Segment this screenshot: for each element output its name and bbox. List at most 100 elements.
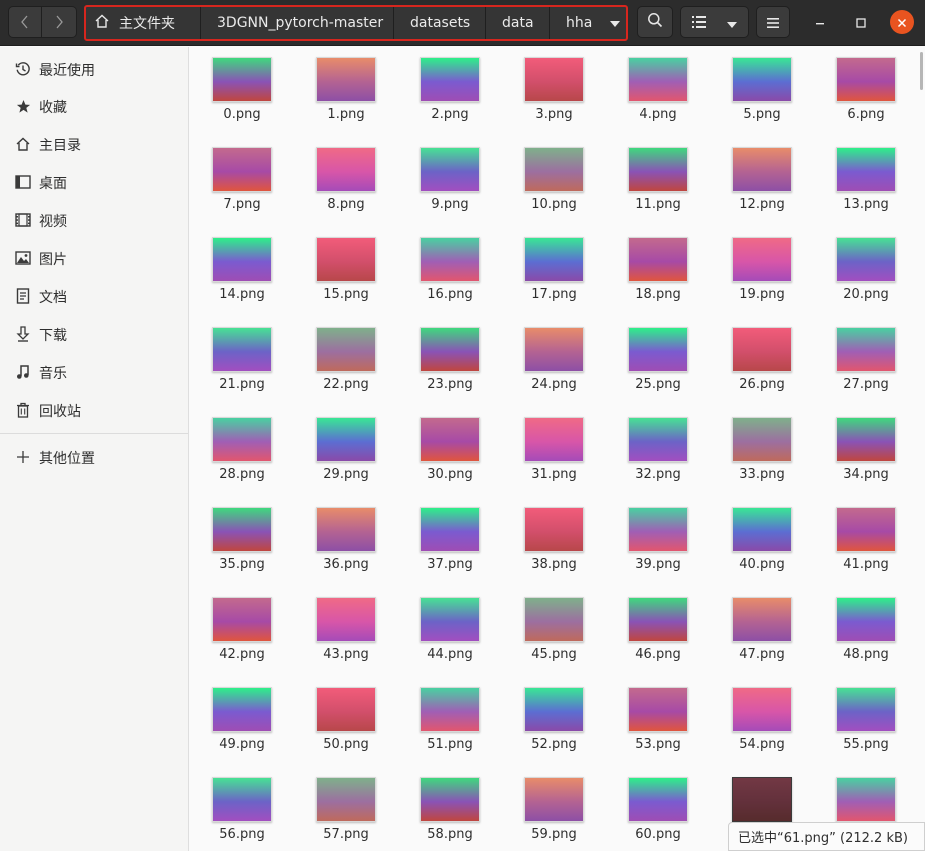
- file-item[interactable]: 42.png: [190, 587, 294, 673]
- file-item[interactable]: 26.png: [710, 317, 814, 403]
- file-item[interactable]: 0.png: [190, 47, 294, 133]
- file-item[interactable]: 25.png: [606, 317, 710, 403]
- back-button[interactable]: [8, 6, 42, 38]
- sidebar-item-videos[interactable]: 视频: [0, 202, 188, 238]
- file-item[interactable]: 19.png: [710, 227, 814, 313]
- file-item[interactable]: 44.png: [398, 587, 502, 673]
- file-item[interactable]: 10.png: [502, 137, 606, 223]
- file-item[interactable]: 29.png: [294, 407, 398, 493]
- file-item[interactable]: 47.png: [710, 587, 814, 673]
- file-item[interactable]: 13.png: [814, 137, 918, 223]
- file-item[interactable]: 37.png: [398, 497, 502, 583]
- sidebar-item-other-locations[interactable]: 其他位置: [0, 439, 188, 475]
- file-item[interactable]: 48.png: [814, 587, 918, 673]
- file-item[interactable]: 12.png: [710, 137, 814, 223]
- close-button[interactable]: [890, 10, 914, 34]
- file-thumbnail: [836, 687, 896, 732]
- file-item[interactable]: 55.png: [814, 677, 918, 763]
- view-options-button[interactable]: [716, 6, 749, 38]
- minimize-button[interactable]: [808, 10, 832, 34]
- sidebar-item-trash[interactable]: 回收站: [0, 392, 188, 428]
- file-name: 44.png: [427, 647, 473, 662]
- file-item[interactable]: 24.png: [502, 317, 606, 403]
- breadcrumb-item[interactable]: 3DGNN_pytorch-master: [201, 7, 394, 39]
- file-item[interactable]: 28.png: [190, 407, 294, 493]
- file-item[interactable]: 14.png: [190, 227, 294, 313]
- breadcrumb-current[interactable]: hha: [550, 7, 626, 39]
- file-item[interactable]: 2.png: [398, 47, 502, 133]
- file-name: 59.png: [531, 827, 577, 842]
- file-item[interactable]: 39.png: [606, 497, 710, 583]
- breadcrumb-item[interactable]: data: [486, 7, 550, 39]
- file-item[interactable]: 41.png: [814, 497, 918, 583]
- file-item[interactable]: 7.png: [190, 137, 294, 223]
- breadcrumb-home[interactable]: 主文件夹: [86, 7, 201, 39]
- forward-button[interactable]: [42, 6, 77, 38]
- scrollbar[interactable]: [920, 52, 923, 90]
- breadcrumb-label: data: [502, 15, 534, 31]
- file-name: 33.png: [739, 467, 785, 482]
- file-item[interactable]: 40.png: [710, 497, 814, 583]
- file-item[interactable]: 22.png: [294, 317, 398, 403]
- file-item[interactable]: 52.png: [502, 677, 606, 763]
- file-item[interactable]: 32.png: [606, 407, 710, 493]
- file-item[interactable]: 3.png: [502, 47, 606, 133]
- file-item[interactable]: 9.png: [398, 137, 502, 223]
- sidebar-item-music[interactable]: 音乐: [0, 354, 188, 390]
- maximize-button[interactable]: [849, 10, 873, 34]
- sidebar-item-desktop[interactable]: 桌面: [0, 164, 188, 200]
- file-item[interactable]: 51.png: [398, 677, 502, 763]
- file-item[interactable]: 50.png: [294, 677, 398, 763]
- picture-icon: [14, 250, 32, 266]
- sidebar-item-pictures[interactable]: 图片: [0, 240, 188, 276]
- file-item[interactable]: 1.png: [294, 47, 398, 133]
- sidebar-item-recent[interactable]: 最近使用: [0, 51, 188, 87]
- sidebar-item-documents[interactable]: 文档: [0, 278, 188, 314]
- file-item[interactable]: 17.png: [502, 227, 606, 313]
- file-item[interactable]: 16.png: [398, 227, 502, 313]
- sidebar-item-label: 桌面: [39, 176, 67, 192]
- file-item[interactable]: 6.png: [814, 47, 918, 133]
- file-item[interactable]: 23.png: [398, 317, 502, 403]
- file-item[interactable]: 43.png: [294, 587, 398, 673]
- breadcrumb-item[interactable]: datasets: [394, 7, 486, 39]
- file-thumbnail: [524, 237, 584, 282]
- file-item[interactable]: 31.png: [502, 407, 606, 493]
- file-item[interactable]: 8.png: [294, 137, 398, 223]
- sidebar-item-starred[interactable]: 收藏: [0, 88, 188, 124]
- file-item[interactable]: 20.png: [814, 227, 918, 313]
- file-item[interactable]: 33.png: [710, 407, 814, 493]
- file-item[interactable]: 21.png: [190, 317, 294, 403]
- file-item[interactable]: 38.png: [502, 497, 606, 583]
- main-menu-button[interactable]: [756, 6, 790, 38]
- file-item[interactable]: 5.png: [710, 47, 814, 133]
- sidebar-item-home[interactable]: 主目录: [0, 126, 188, 162]
- file-item[interactable]: 60.png: [606, 767, 710, 851]
- file-item[interactable]: 45.png: [502, 587, 606, 673]
- file-item[interactable]: 35.png: [190, 497, 294, 583]
- close-icon: [897, 13, 907, 32]
- file-item[interactable]: 54.png: [710, 677, 814, 763]
- file-item[interactable]: 15.png: [294, 227, 398, 313]
- file-item[interactable]: 30.png: [398, 407, 502, 493]
- file-item[interactable]: 36.png: [294, 497, 398, 583]
- sidebar-item-downloads[interactable]: 下载: [0, 316, 188, 352]
- search-button[interactable]: [637, 6, 673, 38]
- file-item[interactable]: 49.png: [190, 677, 294, 763]
- file-item[interactable]: 18.png: [606, 227, 710, 313]
- file-item[interactable]: 46.png: [606, 587, 710, 673]
- file-thumbnail: [420, 777, 480, 822]
- file-item[interactable]: 27.png: [814, 317, 918, 403]
- view-list-button[interactable]: [680, 6, 717, 38]
- file-item[interactable]: 58.png: [398, 767, 502, 851]
- file-thumbnail: [628, 687, 688, 732]
- file-item[interactable]: 57.png: [294, 767, 398, 851]
- file-item[interactable]: 59.png: [502, 767, 606, 851]
- file-thumbnail: [316, 507, 376, 552]
- file-item[interactable]: 34.png: [814, 407, 918, 493]
- file-name: 56.png: [219, 827, 265, 842]
- file-item[interactable]: 56.png: [190, 767, 294, 851]
- file-item[interactable]: 53.png: [606, 677, 710, 763]
- file-item[interactable]: 11.png: [606, 137, 710, 223]
- file-item[interactable]: 4.png: [606, 47, 710, 133]
